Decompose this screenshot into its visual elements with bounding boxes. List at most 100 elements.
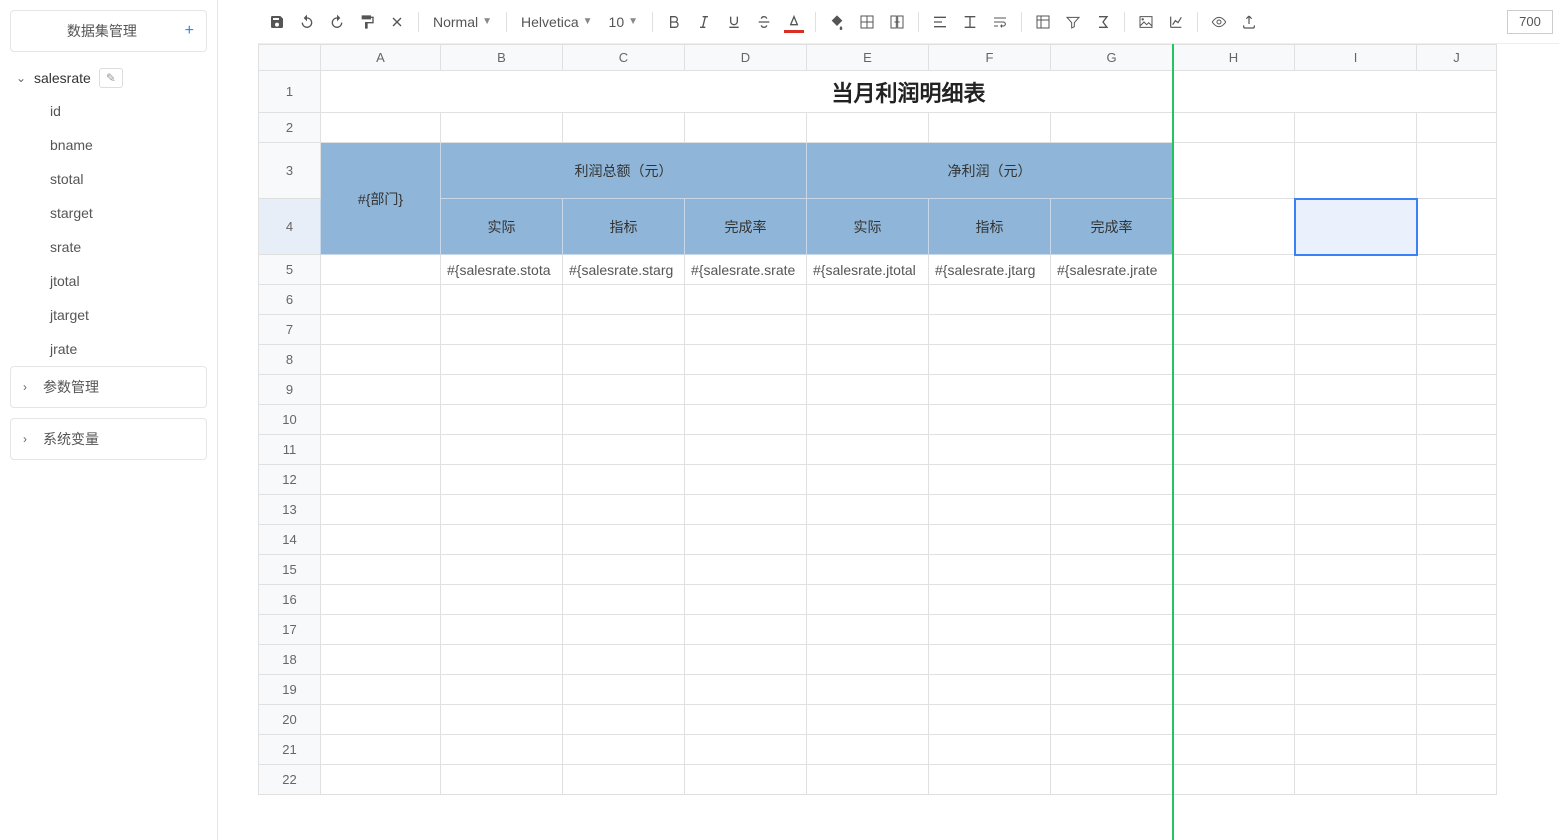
cell-I8[interactable] bbox=[1295, 345, 1417, 375]
col-header-I[interactable]: I bbox=[1295, 45, 1417, 71]
sysvar-panel[interactable]: › 系统变量 bbox=[10, 418, 207, 460]
cell-G21[interactable] bbox=[1051, 735, 1173, 765]
cell-F8[interactable] bbox=[929, 345, 1051, 375]
row-header-13[interactable]: 13 bbox=[259, 495, 321, 525]
cell-H17[interactable] bbox=[1173, 615, 1295, 645]
field-item[interactable]: srate bbox=[50, 230, 207, 264]
group-header-2[interactable]: 净利润（元） bbox=[807, 143, 1173, 199]
field-item[interactable]: jtarget bbox=[50, 298, 207, 332]
zoom-input[interactable] bbox=[1507, 10, 1553, 34]
cell-E8[interactable] bbox=[807, 345, 929, 375]
cell-H7[interactable] bbox=[1173, 315, 1295, 345]
cell-C13[interactable] bbox=[563, 495, 685, 525]
cell-E19[interactable] bbox=[807, 675, 929, 705]
cell-D20[interactable] bbox=[685, 705, 807, 735]
cell-I10[interactable] bbox=[1295, 405, 1417, 435]
cell-J13[interactable] bbox=[1417, 495, 1497, 525]
cell-G7[interactable] bbox=[1051, 315, 1173, 345]
cell-I9[interactable] bbox=[1295, 375, 1417, 405]
cell-J16[interactable] bbox=[1417, 585, 1497, 615]
cell-C8[interactable] bbox=[563, 345, 685, 375]
cell-B7[interactable] bbox=[441, 315, 563, 345]
cell-F6[interactable] bbox=[929, 285, 1051, 315]
cell-G8[interactable] bbox=[1051, 345, 1173, 375]
cell-J9[interactable] bbox=[1417, 375, 1497, 405]
cell-C9[interactable] bbox=[563, 375, 685, 405]
cell-H15[interactable] bbox=[1173, 555, 1295, 585]
style-select[interactable]: Normal▼ bbox=[427, 14, 498, 30]
group-header-1[interactable]: 利润总额（元） bbox=[441, 143, 807, 199]
cell-E18[interactable] bbox=[807, 645, 929, 675]
cell-I20[interactable] bbox=[1295, 705, 1417, 735]
field-item[interactable]: id bbox=[50, 94, 207, 128]
cell-G20[interactable] bbox=[1051, 705, 1173, 735]
cell-I6[interactable] bbox=[1295, 285, 1417, 315]
cell-F9[interactable] bbox=[929, 375, 1051, 405]
cell-A20[interactable] bbox=[321, 705, 441, 735]
underline-icon[interactable] bbox=[721, 9, 747, 35]
cell-E10[interactable] bbox=[807, 405, 929, 435]
cell-B20[interactable] bbox=[441, 705, 563, 735]
cell-F11[interactable] bbox=[929, 435, 1051, 465]
cell-C2[interactable] bbox=[563, 113, 685, 143]
merge-cells-icon[interactable] bbox=[884, 9, 910, 35]
cell-A14[interactable] bbox=[321, 525, 441, 555]
cell-B11[interactable] bbox=[441, 435, 563, 465]
cell-G9[interactable] bbox=[1051, 375, 1173, 405]
cell-B15[interactable] bbox=[441, 555, 563, 585]
cell-I22[interactable] bbox=[1295, 765, 1417, 795]
cell-I5[interactable] bbox=[1295, 255, 1417, 285]
cell-H11[interactable] bbox=[1173, 435, 1295, 465]
row-header-8[interactable]: 8 bbox=[259, 345, 321, 375]
sub-header-5[interactable]: 完成率 bbox=[1051, 199, 1173, 255]
cell-I18[interactable] bbox=[1295, 645, 1417, 675]
sub-header-2[interactable]: 完成率 bbox=[685, 199, 807, 255]
cell-F2[interactable] bbox=[929, 113, 1051, 143]
row-header-21[interactable]: 21 bbox=[259, 735, 321, 765]
cell-D18[interactable] bbox=[685, 645, 807, 675]
cell-D16[interactable] bbox=[685, 585, 807, 615]
cell-H19[interactable] bbox=[1173, 675, 1295, 705]
cell-D17[interactable] bbox=[685, 615, 807, 645]
clear-format-icon[interactable] bbox=[384, 9, 410, 35]
cell-E16[interactable] bbox=[807, 585, 929, 615]
format-painter-icon[interactable] bbox=[354, 9, 380, 35]
cell-H8[interactable] bbox=[1173, 345, 1295, 375]
row-header-10[interactable]: 10 bbox=[259, 405, 321, 435]
cell-C11[interactable] bbox=[563, 435, 685, 465]
field-item[interactable]: jrate bbox=[50, 332, 207, 366]
cell-F14[interactable] bbox=[929, 525, 1051, 555]
image-icon[interactable] bbox=[1133, 9, 1159, 35]
cell-D2[interactable] bbox=[685, 113, 807, 143]
cell-D14[interactable] bbox=[685, 525, 807, 555]
cell-D12[interactable] bbox=[685, 465, 807, 495]
cell-F17[interactable] bbox=[929, 615, 1051, 645]
cell-G18[interactable] bbox=[1051, 645, 1173, 675]
cell-E7[interactable] bbox=[807, 315, 929, 345]
cell-H12[interactable] bbox=[1173, 465, 1295, 495]
fill-color-icon[interactable] bbox=[824, 9, 850, 35]
cell-A8[interactable] bbox=[321, 345, 441, 375]
cell-E12[interactable] bbox=[807, 465, 929, 495]
cell-J5[interactable] bbox=[1417, 255, 1497, 285]
cell-F12[interactable] bbox=[929, 465, 1051, 495]
cell-B18[interactable] bbox=[441, 645, 563, 675]
text-wrap-icon[interactable] bbox=[987, 9, 1013, 35]
cell-A17[interactable] bbox=[321, 615, 441, 645]
cell-H9[interactable] bbox=[1173, 375, 1295, 405]
cell-E9[interactable] bbox=[807, 375, 929, 405]
preview-icon[interactable] bbox=[1206, 9, 1232, 35]
cell-E20[interactable] bbox=[807, 705, 929, 735]
formula-cell-2[interactable]: #{salesrate.srate bbox=[685, 255, 807, 285]
cell-E22[interactable] bbox=[807, 765, 929, 795]
cell-C17[interactable] bbox=[563, 615, 685, 645]
row-header-22[interactable]: 22 bbox=[259, 765, 321, 795]
col-header-F[interactable]: F bbox=[929, 45, 1051, 71]
cell-I13[interactable] bbox=[1295, 495, 1417, 525]
cell-H5[interactable] bbox=[1173, 255, 1295, 285]
cell-B10[interactable] bbox=[441, 405, 563, 435]
cell-J3[interactable] bbox=[1417, 143, 1497, 199]
cell-J15[interactable] bbox=[1417, 555, 1497, 585]
cell-A16[interactable] bbox=[321, 585, 441, 615]
cell-G13[interactable] bbox=[1051, 495, 1173, 525]
